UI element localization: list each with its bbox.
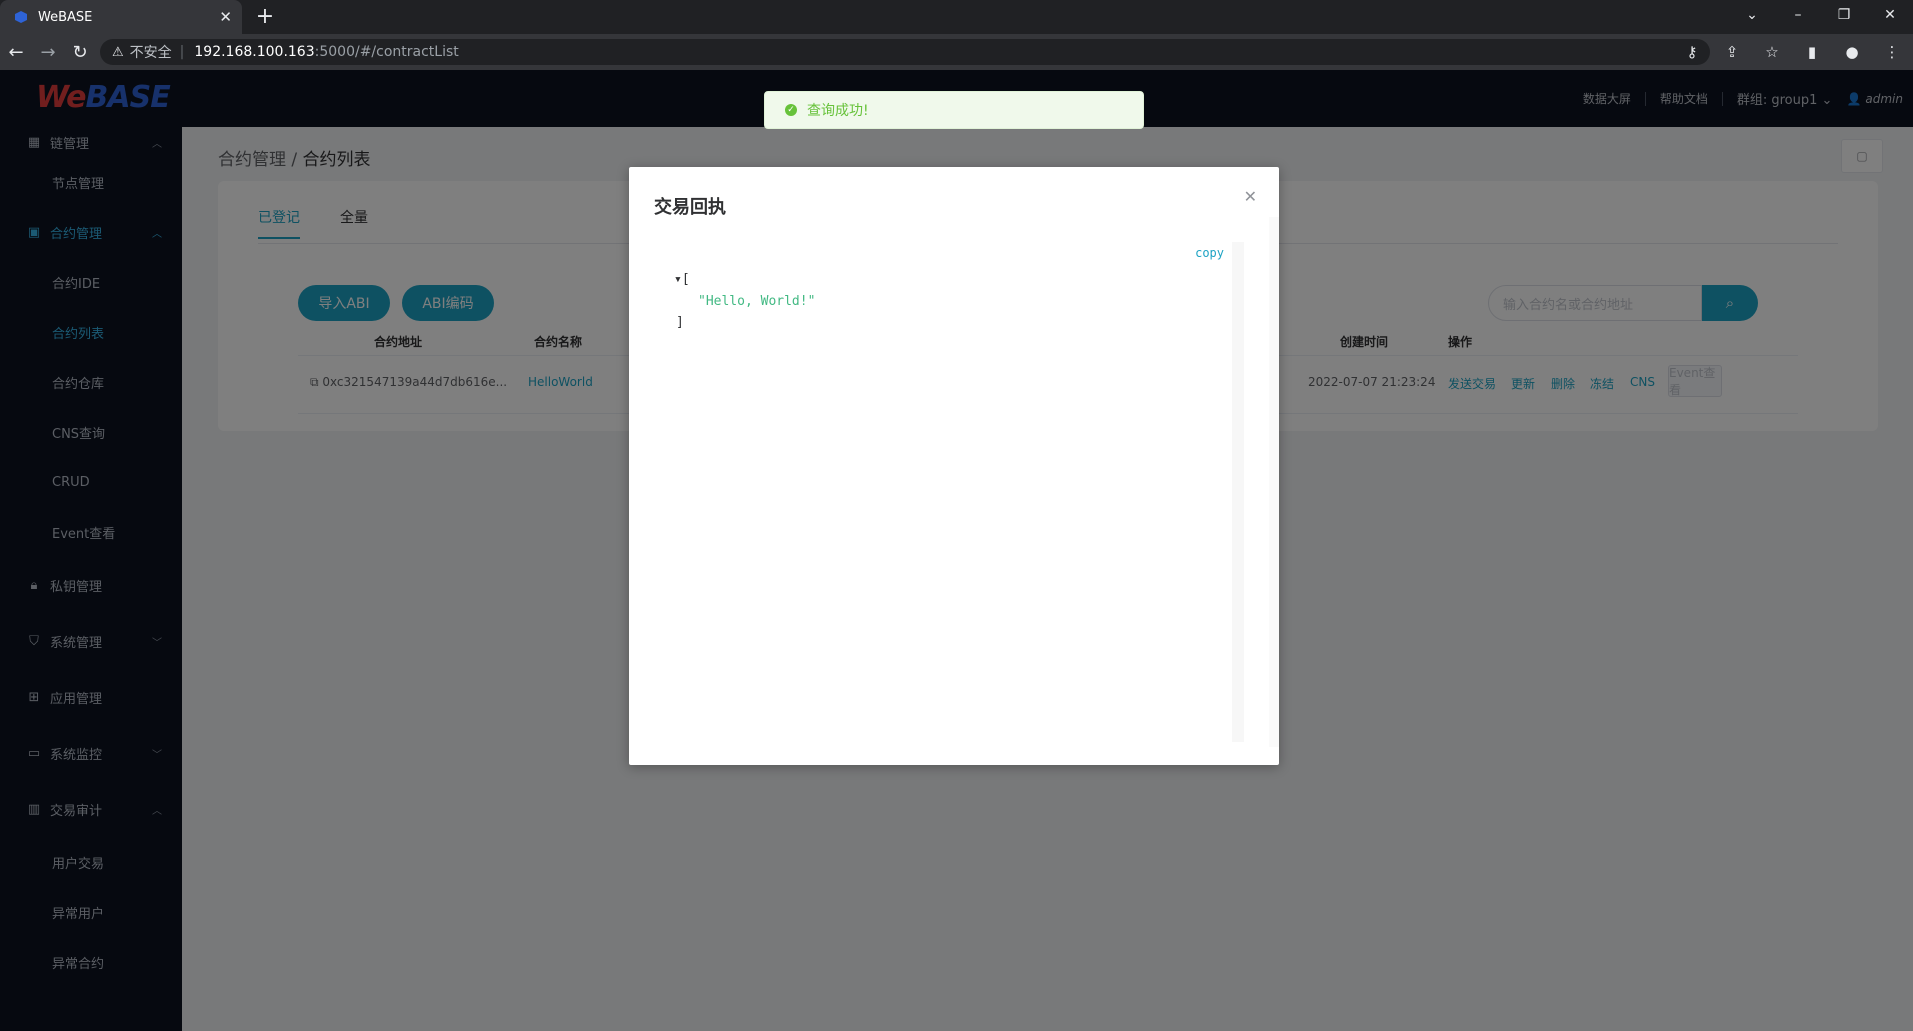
tx-receipt-dialog: 交易回执 ✕ copy ▾[ "Hello, World!" ] [629,167,1279,765]
close-window-icon[interactable]: ✕ [1867,0,1913,30]
json-array-open[interactable]: ▾[ [674,272,690,287]
new-tab-icon[interactable]: + [252,4,278,30]
restore-icon[interactable]: ❐ [1821,0,1867,30]
key-icon[interactable]: ⚷ [1679,43,1705,61]
menu-dots-icon[interactable]: ⋮ [1879,43,1905,61]
side-panel-icon[interactable]: ▮ [1799,43,1825,61]
browser-tab[interactable]: WeBASE ✕ [0,0,242,34]
back-icon[interactable]: ← [0,42,32,63]
webase-favicon-icon [15,11,27,23]
collapse-triangle-icon[interactable]: ▾ [674,272,682,287]
close-icon[interactable]: ✕ [1244,187,1257,206]
url-path: :5000/#/contractList [314,44,459,60]
success-toast: ✓ 查询成功! [764,91,1144,129]
window-controls: ⌄ – ❐ ✕ [1729,0,1913,34]
json-viewer: copy ▾[ "Hello, World!" ] [654,242,1244,742]
url-separator: | [179,44,185,60]
toast-message: 查询成功! [807,103,869,119]
browser-tab-bar: WeBASE ✕ + ⌄ – ❐ ✕ [0,0,1913,34]
browser-actions: ⚷ ⇪ ☆ ▮ ● ⋮ [1679,34,1905,70]
json-string-value: "Hello, World!" [698,294,816,309]
url-host: 192.168.100.163 [194,44,315,60]
minimize-icon[interactable]: – [1775,0,1821,30]
json-array-close: ] [676,315,684,330]
reload-icon[interactable]: ↻ [64,42,96,63]
tab-search-icon[interactable]: ⌄ [1729,0,1775,30]
dialog-scrollbar[interactable] [1269,217,1279,747]
insecure-label: 不安全 [129,45,172,61]
warning-icon: ⚠ [112,44,124,60]
browser-tab-title: WeBASE [38,9,93,25]
forward-icon[interactable]: → [32,42,64,63]
bookmark-star-icon[interactable]: ☆ [1759,43,1785,61]
close-tab-icon[interactable]: ✕ [219,8,232,26]
browser-toolbar: ← → ↻ ⚠ 不安全 | 192.168.100.163 :5000/#/co… [0,34,1913,70]
check-circle-icon: ✓ [785,104,797,116]
json-scrollbar[interactable] [1232,242,1244,742]
url-bar[interactable]: ⚠ 不安全 | 192.168.100.163 :5000/#/contract… [100,39,1710,65]
profile-icon[interactable]: ● [1839,43,1865,61]
copy-button[interactable]: copy [1195,246,1224,260]
dialog-title: 交易回执 [654,197,726,218]
share-icon[interactable]: ⇪ [1719,43,1745,61]
